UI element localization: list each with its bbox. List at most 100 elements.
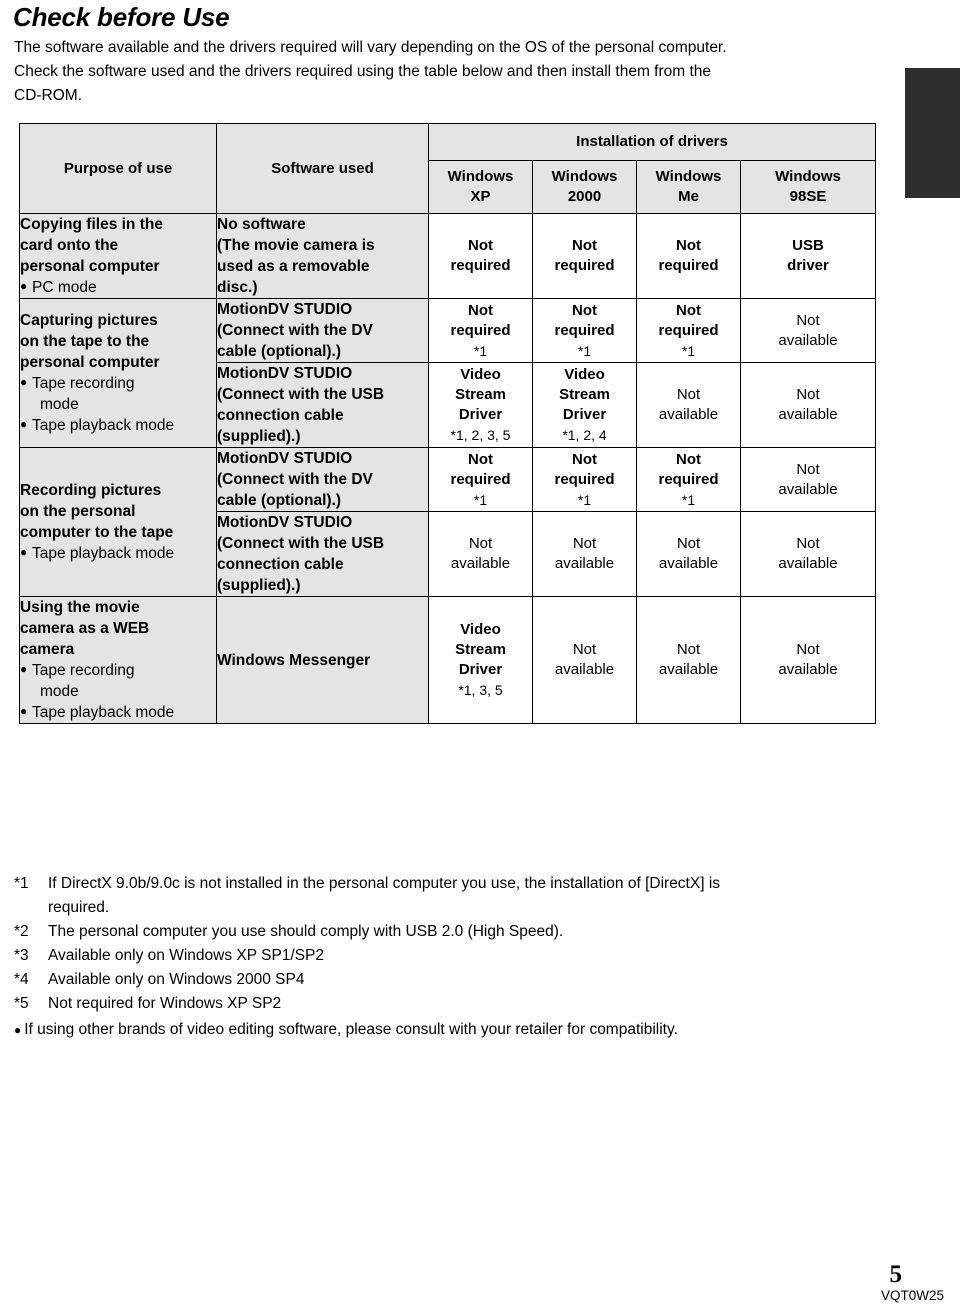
cell-driver-status: Not required *1 <box>532 298 637 363</box>
bullet-icon: ● <box>20 279 28 293</box>
bullet-icon: ● <box>20 662 28 676</box>
driver-status-line: Not <box>572 535 597 552</box>
driver-status-line: Video <box>564 366 605 383</box>
purpose-title: Recording pictures on the personal compute… <box>20 480 216 543</box>
driver-status-line: available <box>778 555 838 572</box>
footnote-mark: *3 <box>14 947 29 964</box>
purpose-title-line: Copying files in the <box>20 216 163 233</box>
software-line: used as a removable <box>217 258 370 275</box>
software-name: MotionDV STUDIO (Connect with the DV cable… <box>217 448 428 511</box>
list-item-label: Tape recording <box>32 375 135 392</box>
footnote-item: *4 Available only on Windows 2000 SP4 <box>14 968 914 992</box>
cell-driver-status: Not required *1 <box>636 298 741 363</box>
list-item: ● Tape playback mode <box>20 543 216 564</box>
header-os-line2: XP <box>470 188 491 205</box>
footnotes-block: *1 If DirectX 9.0b/9.0c is not installed… <box>14 872 914 1042</box>
cell-driver-status: Not available <box>739 447 877 512</box>
driver-status-line: required <box>658 321 719 339</box>
software-line: (supplied).) <box>217 577 301 594</box>
driver-status-line: Video <box>460 366 501 383</box>
list-item-label: mode <box>40 396 79 413</box>
footnote-item: *2 The personal computer you use should … <box>14 920 914 944</box>
purpose-title-line: camera <box>20 641 75 658</box>
purpose-title-line: computer to the tape <box>20 524 174 541</box>
driver-status-footnote-ref: *1 <box>577 342 592 359</box>
cell-driver-status: Video Stream Driver *1, 2, 3, 5 <box>428 362 533 448</box>
header-os-windows-me: Windows Me <box>636 160 741 214</box>
purpose-mode-list: ● PC mode <box>20 277 216 298</box>
driver-status-footnote-ref: *1 <box>681 342 696 359</box>
driver-status-footnote-ref: *1, 3, 5 <box>458 682 503 698</box>
footnote-item: *3 Available only on Windows XP SP1/SP2 <box>14 944 914 968</box>
cell-driver-status: Not available <box>532 596 637 724</box>
cell-software-used: MotionDV STUDIO (Connect with the DV cable… <box>216 447 429 512</box>
intro-line-2: Check the software used and the drivers … <box>14 63 712 80</box>
cell-driver-status: USB driver <box>739 213 877 299</box>
header-os-windows-98se: Windows 98SE <box>739 160 877 214</box>
header-os-line2: 98SE <box>789 188 827 205</box>
cell-purpose-of-use: Capturing pictures on the tape to the pers… <box>19 298 217 448</box>
header-os-line1: Windows <box>775 168 841 185</box>
cell-software-used: MotionDV STUDIO (Connect with the USB conn… <box>216 511 429 597</box>
footnote-closing-note: ● If using other brands of video editing… <box>14 1018 914 1042</box>
software-line: (Connect with the DV <box>217 322 373 339</box>
driver-status-line: Not <box>796 641 820 658</box>
driver-status-line: Driver <box>458 406 503 423</box>
purpose-title-line: on the tape to the <box>20 333 150 350</box>
footnote-text-continued: required. <box>48 899 110 916</box>
software-line: MotionDV STUDIO <box>217 450 353 467</box>
cell-driver-status: Not available <box>739 596 877 724</box>
footnote-text: Available only on Windows 2000 SP4 <box>48 971 305 988</box>
software-line: connection cable <box>217 556 344 573</box>
cell-software-used: MotionDV STUDIO (Connect with the DV cable… <box>216 298 429 363</box>
list-item-label: Tape playback mode <box>32 545 175 562</box>
driver-status-line: Not <box>676 535 701 552</box>
footnote-mark: *2 <box>14 923 29 940</box>
footnote-item: *5 Not required for Windows XP SP2 <box>14 992 914 1016</box>
header-installation-of-drivers: Installation of drivers <box>427 123 877 161</box>
intro-paragraph: The software available and the drivers r… <box>14 36 894 108</box>
purpose-title-line: camera as a WEB <box>20 620 150 637</box>
purpose-title-line: Capturing pictures <box>20 312 158 329</box>
table-header-row-group: Purpose of use Software used Installatio… <box>19 123 877 214</box>
driver-status-line: required <box>554 321 615 339</box>
software-line: (supplied).) <box>217 428 301 445</box>
header-os-line2: Me <box>678 188 699 205</box>
table-row: Recording pictures on the personal compute… <box>19 447 877 597</box>
footnote-mark: *1 <box>14 875 29 892</box>
footnote-text: Not required for Windows XP SP2 <box>48 995 282 1012</box>
cell-software-used: Windows Messenger <box>216 596 429 724</box>
list-item-label: Tape playback mode <box>32 704 175 721</box>
driver-status-line: Not <box>572 301 597 319</box>
cell-driver-status: Not required <box>428 213 533 299</box>
purpose-mode-list: ● Tape recording mode ● Tape playback mode <box>20 373 216 436</box>
footnote-text: If DirectX 9.0b/9.0c is not installed in… <box>48 875 721 892</box>
driver-status-footnote-ref: *1 <box>473 342 488 359</box>
driver-status-line: available <box>554 555 615 572</box>
cell-software-used: MotionDV STUDIO (Connect with the USB conn… <box>216 362 429 448</box>
intro-line-3: CD-ROM. <box>14 87 83 104</box>
driver-status-line: Driver <box>458 661 503 678</box>
software-name: No software (The movie camera is used as a… <box>217 214 428 298</box>
list-item: ● Tape playback mode <box>20 415 216 436</box>
driver-status-line: Stream <box>455 641 506 658</box>
driver-status-line: available <box>778 406 838 423</box>
list-item: ● Tape recording <box>20 660 216 681</box>
table-body: Copying files in the card onto the persona… <box>19 213 877 724</box>
page-number: 5 <box>889 1261 903 1288</box>
driver-status-line: available <box>778 480 838 498</box>
driver-status-line: Not <box>572 641 597 658</box>
list-item-label: PC mode <box>32 279 97 296</box>
driver-status-line: Not <box>468 535 493 552</box>
table-row: Capturing pictures on the tape to the pers… <box>19 298 877 448</box>
table-row: Copying files in the card onto the persona… <box>19 213 877 299</box>
purpose-title: Copying files in the card onto the persona… <box>20 214 216 277</box>
header-os-windows-xp: Windows XP <box>428 160 533 214</box>
driver-status-line: Driver <box>562 406 607 423</box>
purpose-mode-list: ● Tape playback mode <box>20 543 216 564</box>
bullet-icon: ● <box>14 1023 22 1037</box>
list-item-label: mode <box>40 683 79 700</box>
purpose-title-line: personal computer <box>20 258 160 275</box>
driver-status-footnote-ref: *1, 2, 3, 5 <box>450 427 511 443</box>
driver-status-line: required <box>658 470 719 488</box>
